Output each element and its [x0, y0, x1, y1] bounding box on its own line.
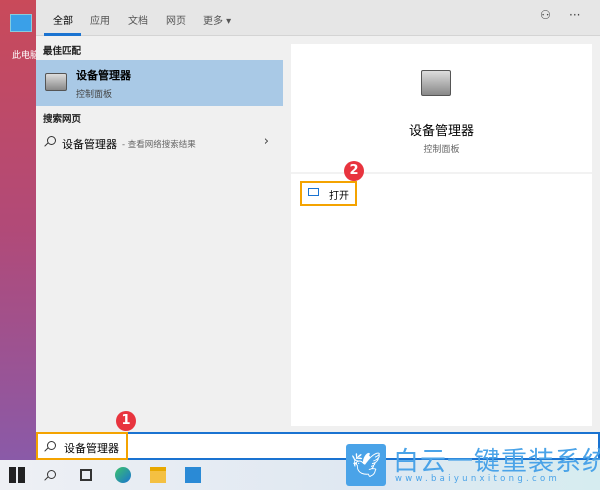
best-match-subtitle: 控制面板: [76, 90, 113, 100]
best-match-title: 设备管理器: [76, 69, 131, 82]
divider: [291, 172, 592, 174]
file-explorer-icon[interactable]: [150, 467, 166, 483]
watermark-logo: 🕊: [346, 444, 386, 486]
watermark-url: www.baiyunxitong.com: [395, 474, 561, 484]
desktop-background: 此电脑: [0, 0, 40, 460]
tab-web[interactable]: 网页: [166, 12, 186, 27]
search-panel: 全部 应用 文档 网页 更多 ▾ ⚇ ··· 最佳匹配 设备管理器 控制面板 搜…: [36, 0, 600, 432]
tab-bar: 全部 应用 文档 网页 更多 ▾ ⚇ ···: [36, 0, 600, 36]
search-input[interactable]: 设备管理器: [64, 440, 119, 456]
more-options-button[interactable]: ···: [569, 8, 580, 22]
web-description: - 查看网络搜索结果: [122, 140, 196, 150]
best-match-item[interactable]: 设备管理器 控制面板: [36, 60, 283, 106]
this-pc-label: 此电脑: [12, 51, 40, 61]
feedback-icon[interactable]: ⚇: [540, 8, 551, 22]
preview-subtitle: 控制面板: [423, 145, 460, 155]
tab-all[interactable]: 全部: [53, 12, 73, 27]
tab-apps[interactable]: 应用: [90, 12, 110, 27]
windows-start-icon[interactable]: [9, 467, 25, 483]
open-label: 打开: [329, 191, 349, 202]
task-view-icon[interactable]: [80, 469, 92, 481]
open-button[interactable]: 打开: [300, 181, 357, 206]
search-icon: [47, 441, 56, 450]
results-list: 最佳匹配 设备管理器 控制面板 搜索网页 设备管理器 - 查看网络搜索结果 ›: [36, 36, 283, 432]
edge-browser-icon[interactable]: [115, 467, 131, 483]
best-match-header: 最佳匹配: [43, 46, 82, 57]
web-search-item[interactable]: 设备管理器 - 查看网络搜索结果 ›: [36, 132, 283, 154]
mail-icon[interactable]: [185, 467, 201, 483]
watermark-text: 白云一键重装系统: [393, 447, 600, 477]
preview-pane: 设备管理器 控制面板 打开 2: [291, 44, 592, 426]
taskbar-search-icon[interactable]: [47, 470, 56, 479]
this-pc-icon[interactable]: [10, 14, 32, 32]
tab-more[interactable]: 更多 ▾: [203, 12, 231, 27]
tab-documents[interactable]: 文档: [128, 12, 148, 27]
chevron-right-icon[interactable]: ›: [264, 134, 269, 149]
search-icon: [47, 136, 56, 145]
device-manager-large-icon: [421, 70, 451, 96]
step-badge-1: 1: [116, 411, 136, 431]
web-header: 搜索网页: [43, 114, 82, 125]
web-query: 设备管理器: [62, 138, 117, 151]
open-icon: [308, 188, 319, 196]
step-badge-2: 2: [344, 161, 364, 181]
device-manager-icon: [45, 73, 67, 91]
preview-title: 设备管理器: [408, 124, 474, 139]
